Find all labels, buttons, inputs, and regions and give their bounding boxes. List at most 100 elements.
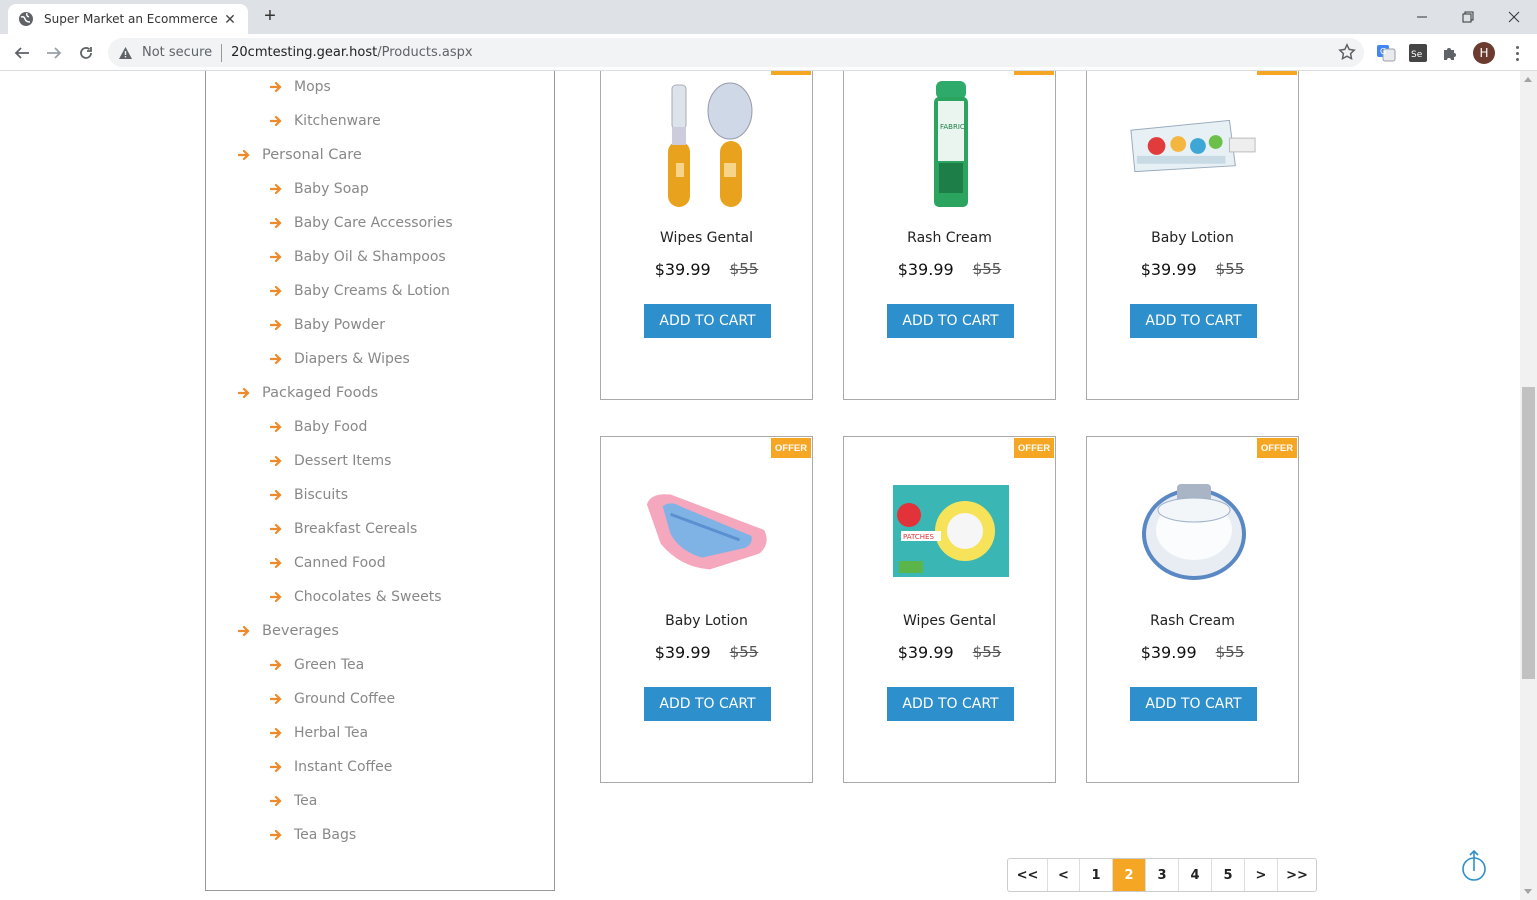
product-name[interactable]: Baby Lotion: [1087, 230, 1298, 246]
restore-icon[interactable]: [1445, 0, 1491, 34]
minimize-icon[interactable]: [1399, 0, 1445, 34]
category-label: Green Tea: [294, 657, 365, 673]
arrow-right-icon: [237, 149, 250, 161]
product-card[interactable]: OFFER FABRIC Rash Cream $39.99 $55 ADD TO CAR…: [843, 71, 1056, 400]
product-name[interactable]: Rash Cream: [844, 230, 1055, 246]
category-item-personal-care[interactable]: Personal Care: [237, 147, 362, 163]
arrow-right-icon: [269, 81, 282, 93]
category-label: Kitchenware: [294, 113, 381, 129]
product-card[interactable]: OFFER Baby Lotion $39.99 $55 ADD TO CART: [1086, 71, 1299, 400]
scroll-down-icon[interactable]: [1524, 889, 1532, 894]
product-name[interactable]: Rash Cream: [1087, 613, 1298, 629]
category-item-baby-care-accessories[interactable]: Baby Care Accessories: [269, 215, 453, 231]
product-image-baby-bather[interactable]: [641, 459, 774, 599]
product-card[interactable]: OFFER Baby Lotion $39.99 $55 ADD TO CART: [600, 436, 813, 783]
category-item-diapers-wipes[interactable]: Diapers & Wipes: [269, 351, 410, 367]
browser-menu-icon[interactable]: [1510, 42, 1524, 64]
offer-badge: OFFER: [1014, 71, 1054, 75]
product-image-brush-comb-set[interactable]: [641, 76, 774, 216]
browser-tab[interactable]: Super Market an Ecommerce Onl ✕: [8, 4, 248, 34]
prev-page-button[interactable]: <: [1048, 859, 1080, 891]
page-1-button[interactable]: 1: [1080, 859, 1113, 891]
category-item-baby-food[interactable]: Baby Food: [269, 419, 367, 435]
page-4-button[interactable]: 4: [1179, 859, 1212, 891]
add-to-cart-button[interactable]: ADD TO CART: [1130, 687, 1257, 721]
product-prices: $39.99 $55: [844, 643, 1055, 662]
bookmark-star-icon[interactable]: [1338, 43, 1356, 61]
arrow-right-icon: [269, 285, 282, 297]
page-scrollbar[interactable]: [1520, 71, 1537, 900]
category-label: Baby Oil & Shampoos: [294, 249, 446, 265]
offer-badge: OFFER: [771, 438, 811, 458]
product-image-patches-box[interactable]: PATCHES: [884, 459, 1017, 599]
product-image-toothpaste-tube[interactable]: [1127, 76, 1260, 216]
page-5-button[interactable]: 5: [1212, 859, 1245, 891]
reload-icon[interactable]: [73, 40, 99, 66]
category-item-biscuits[interactable]: Biscuits: [269, 487, 348, 503]
product-image-powder-puff-container[interactable]: [1127, 459, 1260, 599]
category-label: Instant Coffee: [294, 759, 393, 775]
category-item-instant-coffee[interactable]: Instant Coffee: [269, 759, 393, 775]
category-item-baby-creams-lotion[interactable]: Baby Creams & Lotion: [269, 283, 450, 299]
scroll-to-top-icon[interactable]: [1460, 849, 1488, 883]
category-item-herbal-tea[interactable]: Herbal Tea: [269, 725, 368, 741]
first-page-button[interactable]: <<: [1008, 859, 1048, 891]
forward-arrow-icon[interactable]: [41, 40, 67, 66]
product-card[interactable]: OFFER Wipes Gental $39.99 $55 ADD TO CART: [600, 71, 813, 400]
category-item-beverages[interactable]: Beverages: [237, 623, 339, 639]
puzzle-extensions-icon[interactable]: [1439, 42, 1461, 64]
arrow-right-icon: [269, 353, 282, 365]
page-2-button[interactable]: 2: [1113, 859, 1146, 891]
scroll-up-icon[interactable]: [1524, 77, 1532, 82]
last-page-button[interactable]: >>: [1278, 859, 1316, 891]
product-image-roll-on-bottle[interactable]: FABRIC: [884, 76, 1017, 216]
page-3-button[interactable]: 3: [1146, 859, 1179, 891]
close-tab-icon[interactable]: ✕: [222, 11, 238, 28]
category-item-green-tea[interactable]: Green Tea: [269, 657, 365, 673]
product-old-price: $55: [729, 260, 759, 278]
category-item-chocolates-sweets[interactable]: Chocolates & Sweets: [269, 589, 442, 605]
address-bar[interactable]: Not secure 20cmtesting.gear.host/Product…: [108, 38, 1364, 67]
arrow-right-icon: [269, 795, 282, 807]
warning-icon[interactable]: [118, 45, 134, 61]
product-name[interactable]: Wipes Gental: [844, 613, 1055, 629]
tab-title: Super Market an Ecommerce Onl: [44, 12, 219, 26]
category-item-tea[interactable]: Tea: [269, 793, 317, 809]
category-item-baby-soap[interactable]: Baby Soap: [269, 181, 369, 197]
category-label: Ground Coffee: [294, 691, 396, 707]
window-close-icon[interactable]: [1491, 0, 1537, 34]
arrow-right-icon: [269, 761, 282, 773]
category-item-dessert-items[interactable]: Dessert Items: [269, 453, 391, 469]
category-item-tea-bags[interactable]: Tea Bags: [269, 827, 356, 843]
svg-text:Se: Se: [1411, 50, 1423, 60]
add-to-cart-button[interactable]: ADD TO CART: [1130, 304, 1257, 338]
product-name[interactable]: Wipes Gental: [601, 230, 812, 246]
scroll-thumb[interactable]: [1522, 387, 1535, 679]
offer-badge: OFFER: [1257, 71, 1297, 75]
selenium-extension-icon[interactable]: Se: [1407, 42, 1429, 64]
product-name[interactable]: Baby Lotion: [601, 613, 812, 629]
category-item-packaged-foods[interactable]: Packaged Foods: [237, 385, 378, 401]
category-item-ground-coffee[interactable]: Ground Coffee: [269, 691, 396, 707]
add-to-cart-button[interactable]: ADD TO CART: [887, 304, 1014, 338]
arrow-right-icon: [269, 693, 282, 705]
next-page-button[interactable]: >: [1245, 859, 1278, 891]
category-item-mops[interactable]: Mops: [269, 79, 331, 95]
product-card[interactable]: OFFER Rash Cream $39.99 $55 ADD TO CART: [1086, 436, 1299, 783]
new-tab-plus-icon[interactable]: +: [260, 6, 280, 26]
product-card[interactable]: OFFER PATCHES Wipes Gental $39.99 $55 ADD TO …: [843, 436, 1056, 783]
add-to-cart-button[interactable]: ADD TO CART: [644, 304, 771, 338]
add-to-cart-button[interactable]: ADD TO CART: [644, 687, 771, 721]
category-item-kitchenware[interactable]: Kitchenware: [269, 113, 381, 129]
translate-extension-icon[interactable]: G: [1375, 42, 1397, 64]
add-to-cart-button[interactable]: ADD TO CART: [887, 687, 1014, 721]
category-item-breakfast-cereals[interactable]: Breakfast Cereals: [269, 521, 417, 537]
profile-avatar[interactable]: H: [1473, 42, 1495, 64]
svg-text:FABRIC: FABRIC: [940, 123, 965, 131]
category-item-canned-food[interactable]: Canned Food: [269, 555, 386, 571]
category-label: Baby Creams & Lotion: [294, 283, 450, 299]
back-arrow-icon[interactable]: [9, 40, 35, 66]
category-item-baby-oil-shampoos[interactable]: Baby Oil & Shampoos: [269, 249, 446, 265]
product-price: $39.99: [1140, 643, 1197, 662]
category-item-baby-powder[interactable]: Baby Powder: [269, 317, 385, 333]
